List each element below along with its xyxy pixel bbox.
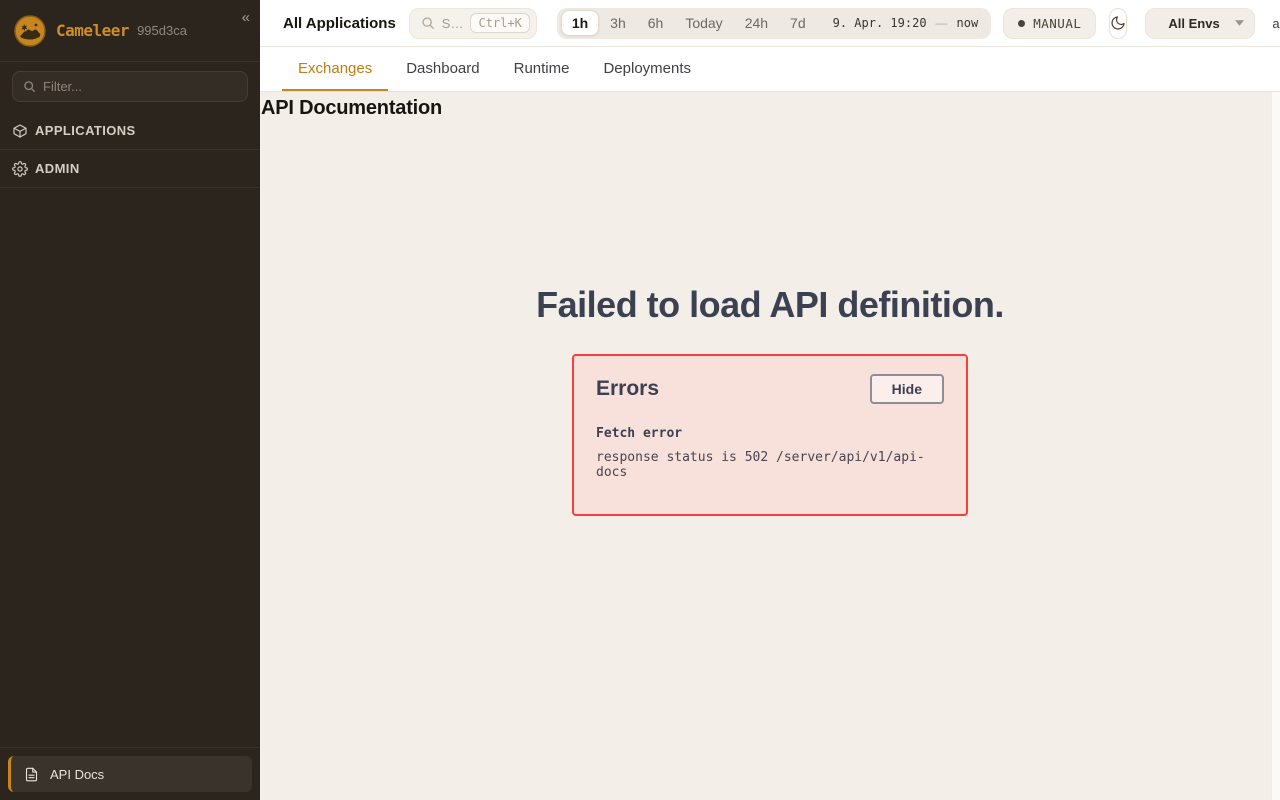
- sidebar-item-admin[interactable]: ADMIN: [0, 150, 260, 188]
- time-range-24h[interactable]: 24h: [734, 11, 779, 35]
- filter-input[interactable]: [43, 79, 237, 94]
- time-to-value[interactable]: now: [957, 16, 979, 30]
- sidebar-item-label: API Docs: [50, 767, 104, 782]
- brand-version: 995d3ca: [137, 23, 187, 38]
- error-message: response status is 502 /server/api/v1/ap…: [596, 450, 944, 480]
- collapse-sidebar-button[interactable]: «: [242, 10, 250, 25]
- cube-icon: [12, 123, 28, 139]
- chevron-down-icon: [1235, 20, 1244, 26]
- errors-panel-header: Errors Hide: [596, 374, 944, 404]
- document-icon: [24, 766, 39, 783]
- camel-logo-icon: [14, 15, 46, 47]
- brand-name: Cameleer: [56, 21, 129, 40]
- errors-panel-title: Errors: [596, 377, 659, 401]
- theme-toggle-button[interactable]: [1109, 8, 1127, 39]
- environment-select[interactable]: All Envs: [1145, 8, 1255, 39]
- tab-dashboard[interactable]: Dashboard: [390, 47, 495, 91]
- error-name: Fetch error: [596, 426, 944, 441]
- errors-panel: Errors Hide Fetch error response status …: [572, 354, 968, 516]
- sidebar-filter: [12, 71, 248, 102]
- sidebar-item-label: APPLICATIONS: [35, 123, 136, 138]
- time-range-1h[interactable]: 1h: [561, 10, 599, 36]
- sidebar-footer: API Docs: [0, 747, 260, 800]
- topbar: All Applications S… Ctrl+K 1h 3h 6h Toda…: [260, 0, 1280, 47]
- tab-deployments[interactable]: Deployments: [587, 47, 707, 91]
- time-range-6h[interactable]: 6h: [637, 11, 675, 35]
- scrollbar-track[interactable]: [1271, 92, 1280, 800]
- hide-errors-button[interactable]: Hide: [870, 374, 944, 404]
- main-area: All Applications S… Ctrl+K 1h 3h 6h Toda…: [260, 0, 1280, 800]
- keyboard-shortcut-badge: Ctrl+K: [470, 13, 529, 33]
- chevrons-left-icon: «: [242, 9, 250, 26]
- time-separator: —: [936, 16, 948, 30]
- page-title: API Documentation: [260, 92, 1280, 120]
- environment-selected-value: All Envs: [1168, 16, 1219, 31]
- error-headline: Failed to load API definition.: [260, 284, 1280, 326]
- time-from-value[interactable]: 9. Apr. 19:20: [833, 16, 927, 30]
- sidebar-header: Cameleer 995d3ca «: [0, 0, 260, 62]
- time-range-today[interactable]: Today: [674, 11, 733, 35]
- refresh-mode-label: MANUAL: [1033, 16, 1081, 31]
- tab-runtime[interactable]: Runtime: [498, 47, 586, 91]
- global-search-button[interactable]: S… Ctrl+K: [409, 8, 537, 39]
- tabbar: Exchanges Dashboard Runtime Deployments: [260, 47, 1280, 92]
- sidebar-item-api-docs[interactable]: API Docs: [8, 756, 252, 792]
- status-dot-icon: [1018, 20, 1025, 27]
- moon-icon: [1110, 15, 1126, 31]
- gear-icon: [12, 161, 28, 177]
- time-range-group: 1h 3h 6h Today 24h 7d 9. Apr. 19:20 — no…: [557, 8, 991, 39]
- scope-label: All Applications: [283, 15, 396, 32]
- search-placeholder: S…: [442, 16, 464, 31]
- user-menu-label[interactable]: adm: [1272, 16, 1280, 31]
- tab-exchanges[interactable]: Exchanges: [282, 47, 388, 91]
- search-icon: [23, 80, 36, 93]
- time-range-3h[interactable]: 3h: [599, 11, 637, 35]
- page-content: API Documentation Failed to load API def…: [260, 92, 1280, 800]
- refresh-mode-button[interactable]: MANUAL: [1003, 8, 1096, 39]
- sidebar-item-label: ADMIN: [35, 161, 80, 176]
- time-range-7d[interactable]: 7d: [779, 11, 817, 35]
- sidebar-item-applications[interactable]: APPLICATIONS: [0, 112, 260, 150]
- search-icon: [421, 16, 435, 30]
- sidebar: Cameleer 995d3ca « APPLICATIONS: [0, 0, 260, 800]
